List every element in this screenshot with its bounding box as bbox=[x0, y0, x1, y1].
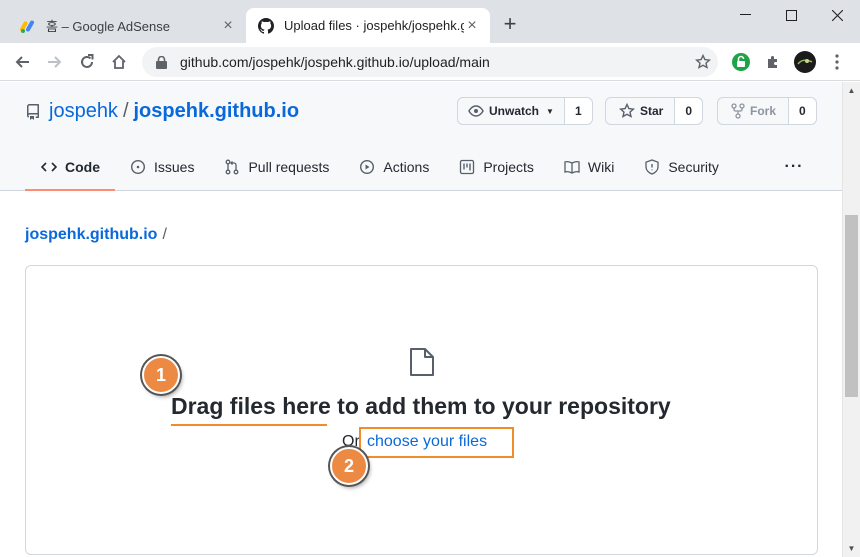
tab-pull-requests-label: Pull requests bbox=[248, 159, 330, 175]
tab-projects-label: Projects bbox=[483, 159, 534, 175]
page-content: jospehk / jospehk.github.io Unwatch ▼ 1 … bbox=[0, 82, 842, 557]
back-icon[interactable] bbox=[8, 48, 36, 76]
tab-adsense[interactable]: 홈 – Google AdSense × bbox=[8, 8, 246, 43]
repo-title: jospehk / jospehk.github.io bbox=[25, 100, 299, 123]
close-tab-icon[interactable]: × bbox=[464, 17, 480, 34]
pull-request-icon bbox=[226, 159, 239, 175]
stars-count[interactable]: 0 bbox=[675, 98, 703, 124]
scroll-down-arrow-icon[interactable]: ▼ bbox=[843, 540, 860, 557]
project-icon bbox=[460, 159, 475, 175]
tab-issues-label: Issues bbox=[154, 159, 195, 175]
tab-projects[interactable]: Projects bbox=[444, 144, 549, 190]
maximize-window-icon[interactable] bbox=[768, 0, 814, 30]
unwatch-button[interactable]: Unwatch ▼ bbox=[458, 98, 565, 124]
breadcrumb-separator: / bbox=[162, 226, 167, 243]
book-icon bbox=[564, 160, 580, 174]
tab-wiki-label: Wiki bbox=[587, 159, 615, 175]
fork-button[interactable]: Fork bbox=[718, 98, 790, 124]
drag-files-text: Drag files here to add them to your repo… bbox=[171, 393, 671, 419]
scroll-up-arrow-icon[interactable]: ▲ bbox=[843, 82, 860, 99]
tab-upload-files[interactable]: Upload files · jospehk/jospehk.gi × bbox=[246, 8, 490, 43]
repo-name-link[interactable]: jospehk.github.io bbox=[134, 100, 300, 123]
more-nav-button[interactable]: ··· bbox=[782, 144, 806, 190]
fork-label: Fork bbox=[750, 104, 777, 118]
lock-icon[interactable] bbox=[156, 55, 170, 69]
unwatch-label: Unwatch bbox=[489, 104, 540, 118]
home-icon[interactable] bbox=[105, 48, 133, 76]
tab-title: 홈 – Google AdSense bbox=[46, 19, 170, 34]
page-scrollbar[interactable]: ▲ ▼ bbox=[842, 82, 860, 557]
file-icon bbox=[409, 347, 435, 377]
code-icon bbox=[41, 162, 57, 172]
minimize-window-icon[interactable] bbox=[722, 0, 768, 30]
tab-issues[interactable]: Issues bbox=[115, 144, 209, 190]
annotation-underline bbox=[171, 424, 327, 426]
url-text: github.com/jospehk/jospehk.github.io/upl… bbox=[180, 54, 490, 70]
tab-security-label: Security bbox=[668, 159, 719, 175]
caret-down-icon: ▼ bbox=[546, 106, 554, 116]
shield-icon bbox=[645, 159, 659, 175]
close-window-icon[interactable] bbox=[814, 0, 860, 30]
step-1-badge: 1 bbox=[142, 356, 180, 394]
issue-icon bbox=[130, 159, 146, 175]
star-button-group: Star 0 bbox=[605, 97, 704, 125]
repo-owner-link[interactable]: jospehk bbox=[49, 100, 118, 123]
eye-icon bbox=[468, 105, 484, 117]
forks-count[interactable]: 0 bbox=[789, 98, 816, 124]
tab-code[interactable]: Code bbox=[25, 144, 115, 191]
extension-green-icon[interactable] bbox=[730, 51, 752, 73]
repo-nav: Code Issues Pull requests Actions Projec… bbox=[25, 144, 734, 191]
repo-header: jospehk / jospehk.github.io Unwatch ▼ 1 … bbox=[0, 82, 842, 191]
profile-avatar[interactable] bbox=[793, 50, 817, 74]
tab-pull-requests[interactable]: Pull requests bbox=[209, 144, 344, 190]
play-icon bbox=[360, 159, 375, 175]
star-label: Star bbox=[640, 104, 664, 118]
tab-wiki[interactable]: Wiki bbox=[549, 144, 629, 190]
breadcrumb-repo-link[interactable]: jospehk.github.io bbox=[25, 226, 157, 243]
close-tab-icon[interactable]: × bbox=[220, 17, 236, 34]
forward-icon[interactable] bbox=[41, 48, 69, 76]
repo-title-separator: / bbox=[122, 100, 129, 122]
tab-actions-label: Actions bbox=[383, 159, 430, 175]
watchers-count[interactable]: 1 bbox=[564, 98, 592, 124]
browser-tab-bar: 홈 – Google AdSense × Upload files · josp… bbox=[0, 0, 860, 43]
tab-title: Upload files · jospehk/jospehk.gi bbox=[284, 18, 464, 33]
unwatch-button-group: Unwatch ▼ 1 bbox=[457, 97, 593, 125]
step-2-badge: 2 bbox=[330, 447, 368, 485]
address-bar[interactable]: github.com/jospehk/jospehk.github.io/upl… bbox=[142, 47, 718, 77]
browser-menu-icon[interactable] bbox=[826, 51, 848, 73]
star-button[interactable]: Star bbox=[606, 98, 676, 124]
breadcrumb: jospehk.github.io / bbox=[25, 226, 167, 244]
tab-security[interactable]: Security bbox=[629, 144, 734, 190]
tab-code-label: Code bbox=[65, 159, 100, 175]
repo-icon bbox=[25, 103, 41, 120]
extensions-puzzle-icon[interactable] bbox=[762, 51, 784, 73]
scrollbar-thumb[interactable] bbox=[845, 215, 858, 397]
choose-your-files-link[interactable]: choose your files bbox=[367, 433, 487, 451]
new-tab-button[interactable]: + bbox=[498, 12, 522, 36]
reload-icon[interactable] bbox=[73, 48, 101, 76]
fork-icon bbox=[731, 103, 745, 119]
bookmark-star-icon[interactable] bbox=[688, 54, 718, 70]
star-icon bbox=[619, 103, 635, 118]
fork-button-group: Fork 0 bbox=[717, 97, 817, 125]
adsense-icon bbox=[20, 18, 36, 34]
github-icon bbox=[258, 17, 274, 34]
browser-toolbar: github.com/jospehk/jospehk.github.io/upl… bbox=[0, 43, 860, 81]
tab-actions[interactable]: Actions bbox=[344, 144, 444, 190]
